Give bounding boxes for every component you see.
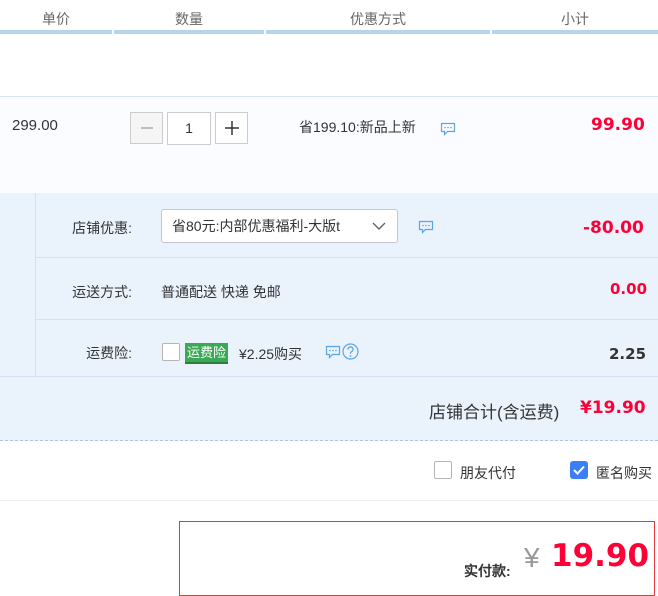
anonymous-checkbox[interactable]	[570, 461, 588, 479]
shipping-method: 普通配送 快递 免邮	[161, 284, 281, 300]
item-row	[0, 96, 658, 194]
unit-price: 299.00	[12, 117, 58, 134]
decrease-button[interactable]	[130, 112, 163, 144]
anonymous-label: 匿名购买	[596, 465, 652, 481]
order-table-header: 单价 数量 优惠方式 小计	[0, 0, 658, 34]
shipping-amount: 0.00	[610, 280, 648, 298]
insurance-price: ¥2.25购买	[239, 346, 303, 362]
insurance-tag: 运费险	[185, 343, 229, 364]
header-underline	[114, 30, 264, 34]
payment-amount: 19.90	[551, 538, 650, 574]
item-promo: 省199.10:新品上新	[299, 119, 416, 135]
item-subtotal: 99.90	[591, 115, 645, 135]
help-icon[interactable]	[342, 343, 359, 360]
insurance-checkbox[interactable]	[162, 343, 180, 361]
header-price: 单价	[42, 11, 70, 27]
divider	[36, 319, 658, 320]
message-icon[interactable]	[440, 122, 456, 136]
divider	[0, 500, 658, 501]
header-quantity: 数量	[175, 11, 203, 27]
quantity-input[interactable]: 1	[167, 112, 211, 145]
increase-button[interactable]	[215, 112, 248, 144]
store-discount-amount: -80.00	[583, 218, 644, 238]
message-icon[interactable]	[325, 345, 341, 359]
minus-icon	[140, 127, 153, 129]
header-discount: 优惠方式	[350, 11, 406, 27]
payment-label: 实付款:	[464, 563, 511, 579]
friend-pay-label: 朋友代付	[460, 465, 516, 481]
header-underline	[0, 30, 112, 34]
divider	[0, 376, 658, 377]
chevron-down-icon	[372, 222, 386, 230]
header-underline	[492, 30, 658, 34]
insurance-amount: 2.25	[609, 345, 647, 363]
checkmark-icon	[573, 465, 585, 475]
store-discount-selected: 省80元:内部优惠福利-大版t	[172, 218, 341, 234]
insurance-label: 运费险:	[86, 345, 132, 361]
header-subtotal: 小计	[561, 11, 589, 27]
payment-currency: ¥	[524, 542, 540, 573]
store-total-amount: ¥19.90	[580, 398, 646, 418]
store-total-label: 店铺合计(含运费)	[429, 403, 560, 422]
shipping-label: 运送方式:	[72, 284, 132, 300]
plus-icon	[224, 121, 239, 135]
message-icon[interactable]	[418, 220, 434, 234]
divider	[36, 257, 658, 258]
friend-pay-checkbox[interactable]	[434, 461, 452, 479]
store-discount-select[interactable]: 省80元:内部优惠福利-大版t	[161, 209, 398, 243]
store-discount-label: 店铺优惠:	[72, 220, 132, 236]
header-underline	[266, 30, 490, 34]
